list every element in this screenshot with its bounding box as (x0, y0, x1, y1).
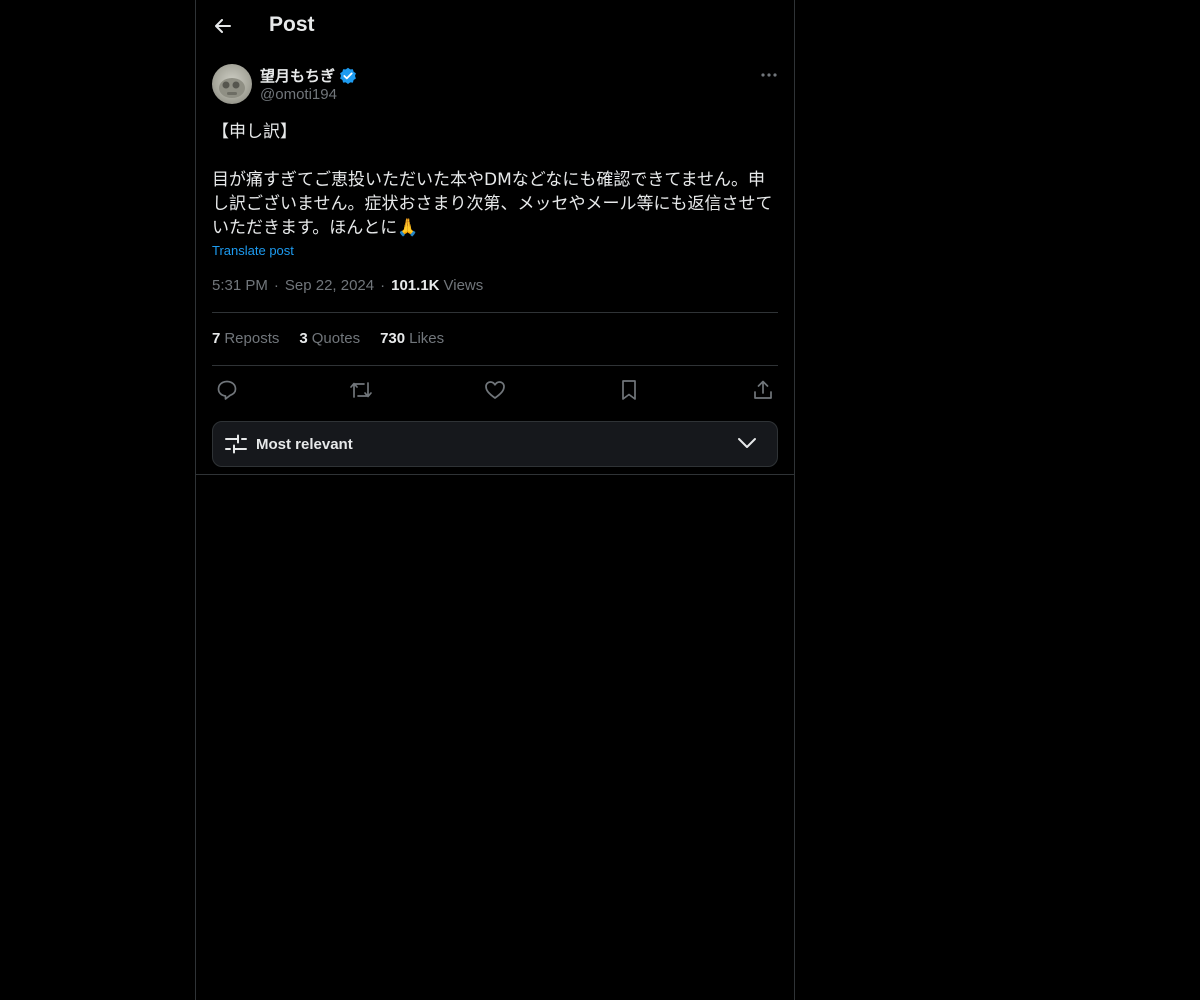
avatar-image (219, 78, 245, 98)
likes-stat[interactable]: 730 Likes (380, 330, 444, 347)
page-header: Post (196, 0, 794, 53)
post-meta: 5:31 PM · Sep 22, 2024 · 101.1K Views (212, 277, 483, 294)
likes-count: 730 (380, 330, 406, 347)
reposts-label: Reposts (224, 330, 280, 347)
separator-dot: · (273, 277, 279, 294)
more-dots-icon (761, 73, 777, 77)
divider (212, 312, 778, 313)
quotes-stat[interactable]: 3 Quotes (299, 330, 360, 347)
page-title: Post (269, 13, 315, 36)
engagement-stats: 7 Reposts 3 Quotes 730 Likes (212, 330, 444, 347)
quotes-count: 3 (299, 330, 308, 347)
verified-badge-icon (340, 67, 356, 84)
divider (212, 365, 778, 366)
reposts-count: 7 (212, 330, 221, 347)
author-name[interactable]: 望月もちぎ (260, 65, 357, 86)
sort-label: Most relevant (256, 436, 353, 453)
reply-sort-dropdown[interactable]: Most relevant (212, 421, 778, 467)
quotes-label: Quotes (311, 330, 361, 347)
avatar[interactable] (212, 64, 252, 104)
bookmark-button[interactable] (614, 376, 644, 404)
reply-button[interactable] (212, 376, 242, 404)
separator-dot: · (380, 277, 386, 294)
likes-label: Likes (409, 330, 445, 347)
chevron-down-icon (738, 438, 756, 448)
heart-icon (485, 381, 505, 399)
arrow-left-icon (215, 19, 231, 33)
post-time[interactable]: 5:31 PM (212, 277, 268, 294)
reposts-stat[interactable]: 7 Reposts (212, 330, 279, 347)
sliders-icon (225, 434, 247, 454)
more-options-button[interactable] (758, 66, 780, 84)
post-date[interactable]: Sep 22, 2024 (285, 277, 374, 294)
share-icon (754, 380, 772, 399)
author-handle[interactable]: @omoti194 (260, 86, 337, 103)
bookmark-icon (622, 380, 636, 400)
action-bar (212, 376, 778, 404)
reply-icon (217, 380, 237, 400)
like-button[interactable] (480, 376, 510, 404)
translate-post-link[interactable]: Translate post (212, 243, 294, 258)
repost-icon (350, 382, 372, 398)
post-text: 【申し訳】 目が痛すぎてご恵投いただいた本やDMなどなにも確認できてません。申し… (212, 122, 773, 238)
views-count: 101.1K (391, 277, 440, 294)
repost-button[interactable] (346, 376, 376, 404)
views-label: Views (443, 277, 484, 294)
divider (196, 474, 794, 475)
back-button[interactable] (210, 12, 236, 40)
share-button[interactable] (748, 376, 778, 404)
post-column: Post 望月もちぎ @omoti194 【申し訳】 目が痛すぎてご恵投いただい… (195, 0, 795, 1000)
author-display-name: 望月もちぎ (260, 68, 336, 85)
